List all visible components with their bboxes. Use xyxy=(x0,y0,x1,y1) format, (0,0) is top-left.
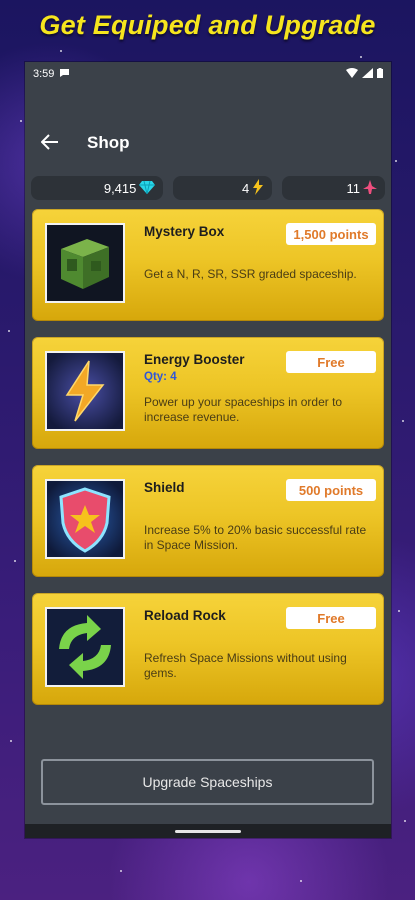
gem-icon xyxy=(139,180,156,197)
promo-headline: Get Equiped and Upgrade xyxy=(39,10,376,40)
spaceships-value: 11 xyxy=(346,180,361,196)
price-button[interactable]: Free xyxy=(286,607,376,629)
item-title: Shield xyxy=(144,480,185,495)
shop-item-energy-booster[interactable]: Energy Booster Qty: 4 Power up your spac… xyxy=(32,337,384,449)
item-description: Refresh Space Missions without using gem… xyxy=(144,651,347,680)
shop-item-shield[interactable]: Shield Increase 5% to 20% basic successf… xyxy=(32,465,384,577)
system-nav-bar xyxy=(25,824,391,838)
notification-icon xyxy=(59,68,70,81)
wifi-icon xyxy=(346,67,358,81)
shop-item-mystery-box[interactable]: Mystery Box Get a N, R, SR, SSR graded s… xyxy=(32,209,384,321)
item-description: Get a N, R, SR, SSR graded spaceship. xyxy=(144,267,357,281)
phone-screen: 3:59 Shop 9,415 4 11 Mystery Box Get a N… xyxy=(25,62,391,838)
battery-icon xyxy=(377,67,383,81)
status-time: 3:59 xyxy=(33,68,55,80)
item-title: Reload Rock xyxy=(144,608,226,623)
home-gesture-handle[interactable] xyxy=(175,829,241,833)
energy-counter: 4 xyxy=(173,176,273,200)
mystery-box-icon xyxy=(45,223,125,303)
shield-icon xyxy=(45,479,125,559)
price-button[interactable]: 1,500 points xyxy=(286,223,376,245)
back-arrow-icon[interactable] xyxy=(39,131,61,153)
page-title: Shop xyxy=(87,133,130,152)
spaceship-icon xyxy=(363,179,377,197)
item-description: Increase 5% to 20% basic successful rate… xyxy=(144,523,367,552)
reload-icon xyxy=(45,607,125,687)
gems-value: 9,415 xyxy=(103,180,137,196)
app-bar: Shop xyxy=(25,86,391,171)
energy-booster-icon xyxy=(45,351,125,431)
shop-item-reload-rock[interactable]: Reload Rock Refresh Space Missions witho… xyxy=(32,593,384,705)
signal-icon xyxy=(362,67,373,81)
gems-counter: 9,415 xyxy=(31,176,164,200)
upgrade-spaceships-button[interactable]: Upgrade Spaceships xyxy=(41,759,374,805)
price-button[interactable]: 500 points xyxy=(286,479,376,501)
currency-stats: 9,415 4 11 xyxy=(25,176,391,200)
item-title: Mystery Box xyxy=(144,224,225,239)
item-description: Power up your spaceships in order to inc… xyxy=(144,395,343,424)
status-bar: 3:59 xyxy=(25,62,391,86)
spaceships-counter: 11 xyxy=(282,176,385,200)
energy-value: 4 xyxy=(241,180,250,196)
item-quantity: Qty: 4 xyxy=(144,371,177,383)
shop-item-list: Mystery Box Get a N, R, SR, SSR graded s… xyxy=(25,209,391,705)
lightning-icon xyxy=(252,178,264,198)
item-title: Energy Booster xyxy=(144,352,245,367)
price-button[interactable]: Free xyxy=(286,351,376,373)
